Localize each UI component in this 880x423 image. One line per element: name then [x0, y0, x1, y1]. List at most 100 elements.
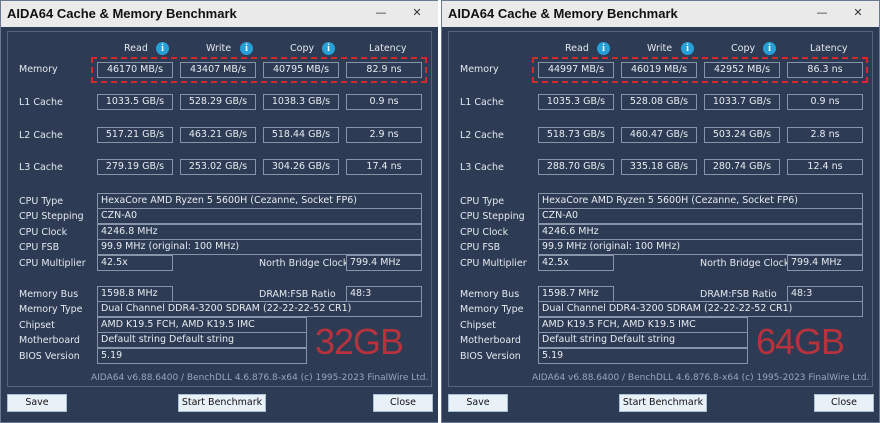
- chipset-value: AMD K19.5 FCH, AMD K19.5 IMC: [538, 317, 748, 333]
- cpu-multiplier-label: CPU Multiplier: [19, 258, 86, 269]
- cpu-stepping-label: CPU Stepping: [460, 211, 525, 222]
- bios-version-value: 5.19: [538, 348, 748, 364]
- motherboard-value: Default string Default string: [538, 332, 748, 348]
- copyright-footer: AIDA64 v6.88.6400 / BenchDLL 4.6.876.8-x…: [532, 373, 870, 383]
- dram-fsb-ratio-label: DRAM:FSB Ratio: [259, 289, 336, 300]
- save-button[interactable]: Save: [448, 394, 508, 412]
- l1-copy-value: 1033.7 GB/s: [704, 94, 780, 110]
- save-button[interactable]: Save: [7, 394, 67, 412]
- title-bar: AIDA64 Cache & Memory Benchmark — ✕: [442, 1, 879, 27]
- cpu-clock-label: CPU Clock: [460, 227, 509, 238]
- memory-copy-value: 42952 MB/s: [704, 62, 780, 78]
- write-info-icon[interactable]: i: [240, 42, 253, 55]
- motherboard-label: Motherboard: [460, 335, 521, 346]
- memory-bus-value: 1598.7 MHz: [538, 286, 614, 302]
- l3-write-value: 335.18 GB/s: [621, 159, 697, 175]
- l2-read-value: 518.73 GB/s: [538, 127, 614, 143]
- cpu-clock-value: 4246.8 MHz: [97, 224, 422, 240]
- l3-write-value: 253.02 GB/s: [180, 159, 256, 175]
- memory-type-label: Memory Type: [460, 304, 524, 315]
- capacity-overlay-label: 64GB: [756, 321, 845, 362]
- l2-write-value: 463.21 GB/s: [180, 127, 256, 143]
- close-icon[interactable]: ✕: [409, 5, 425, 21]
- cpu-type-label: CPU Type: [460, 196, 505, 207]
- close-button[interactable]: Close: [814, 394, 874, 412]
- cpu-multiplier-value: 42.5x: [538, 255, 614, 271]
- l2-write-value: 460.47 GB/s: [621, 127, 697, 143]
- read-info-icon[interactable]: i: [156, 42, 169, 55]
- title-bar: AIDA64 Cache & Memory Benchmark — ✕: [1, 1, 438, 27]
- bios-version-label: BIOS Version: [460, 351, 521, 362]
- copyright-footer: AIDA64 v6.88.6400 / BenchDLL 4.6.876.8-x…: [91, 373, 429, 383]
- memory-read-value: 44997 MB/s: [538, 62, 614, 78]
- right-benchmark-window: AIDA64 Cache & Memory Benchmark — ✕ Read…: [441, 0, 880, 423]
- cpu-multiplier-value: 42.5x: [97, 255, 173, 271]
- l3-read-value: 279.19 GB/s: [97, 159, 173, 175]
- motherboard-label: Motherboard: [19, 335, 80, 346]
- row-label-l1-cache: L1 Cache: [460, 97, 504, 108]
- dram-fsb-ratio-label: DRAM:FSB Ratio: [700, 289, 777, 300]
- capacity-overlay-label: 32GB: [315, 321, 404, 362]
- cpu-clock-label: CPU Clock: [19, 227, 68, 238]
- north-bridge-clock-label: North Bridge Clock: [259, 258, 349, 269]
- memory-read-value: 46170 MB/s: [97, 62, 173, 78]
- l2-copy-value: 503.24 GB/s: [704, 127, 780, 143]
- memory-type-value: Dual Channel DDR4-3200 SDRAM (22-22-22-5…: [97, 301, 422, 317]
- memory-latency-value: 82.9 ns: [346, 62, 422, 78]
- cpu-type-label: CPU Type: [19, 196, 64, 207]
- row-label-l2-cache: L2 Cache: [460, 130, 504, 141]
- north-bridge-clock-value: 799.4 MHz: [787, 255, 863, 271]
- window-title: AIDA64 Cache & Memory Benchmark: [7, 6, 237, 21]
- row-label-l3-cache: L3 Cache: [460, 162, 504, 173]
- cpu-clock-value: 4246.6 MHz: [538, 224, 863, 240]
- memory-copy-value: 40795 MB/s: [263, 62, 339, 78]
- latency-header: Latency: [810, 43, 848, 54]
- cpu-stepping-value: CZN-A0: [538, 208, 863, 224]
- read-header: Read: [565, 43, 589, 54]
- l2-latency-value: 2.8 ns: [787, 127, 863, 143]
- cpu-fsb-value: 99.9 MHz (original: 100 MHz): [97, 239, 422, 255]
- minimize-icon[interactable]: —: [373, 5, 389, 21]
- l2-latency-value: 2.9 ns: [346, 127, 422, 143]
- memory-write-value: 43407 MB/s: [180, 62, 256, 78]
- close-button[interactable]: Close: [373, 394, 433, 412]
- dram-fsb-ratio-value: 48:3: [346, 286, 422, 302]
- read-info-icon[interactable]: i: [597, 42, 610, 55]
- cpu-fsb-label: CPU FSB: [460, 242, 501, 253]
- start-benchmark-button[interactable]: Start Benchmark: [619, 394, 707, 412]
- l3-latency-value: 12.4 ns: [787, 159, 863, 175]
- start-benchmark-button[interactable]: Start Benchmark: [178, 394, 266, 412]
- memory-type-label: Memory Type: [19, 304, 83, 315]
- cpu-stepping-label: CPU Stepping: [19, 211, 84, 222]
- cpu-type-value: HexaCore AMD Ryzen 5 5600H (Cezanne, Soc…: [97, 193, 422, 209]
- close-icon[interactable]: ✕: [850, 5, 866, 21]
- bios-version-value: 5.19: [97, 348, 307, 364]
- cpu-fsb-value: 99.9 MHz (original: 100 MHz): [538, 239, 863, 255]
- memory-bus-label: Memory Bus: [19, 289, 79, 300]
- l3-copy-value: 280.74 GB/s: [704, 159, 780, 175]
- minimize-icon[interactable]: —: [814, 5, 830, 21]
- memory-type-value: Dual Channel DDR4-3200 SDRAM (22-22-22-5…: [538, 301, 863, 317]
- chipset-label: Chipset: [19, 320, 55, 331]
- l1-latency-value: 0.9 ns: [346, 94, 422, 110]
- copy-info-icon[interactable]: i: [763, 42, 776, 55]
- row-label-l3-cache: L3 Cache: [19, 162, 63, 173]
- cpu-type-value: HexaCore AMD Ryzen 5 5600H (Cezanne, Soc…: [538, 193, 863, 209]
- l1-read-value: 1035.3 GB/s: [538, 94, 614, 110]
- row-label-memory: Memory: [460, 64, 499, 75]
- chipset-label: Chipset: [460, 320, 496, 331]
- write-info-icon[interactable]: i: [681, 42, 694, 55]
- copy-info-icon[interactable]: i: [322, 42, 335, 55]
- cpu-fsb-label: CPU FSB: [19, 242, 60, 253]
- memory-latency-value: 86.3 ns: [787, 62, 863, 78]
- write-header: Write: [206, 43, 232, 54]
- latency-header: Latency: [369, 43, 407, 54]
- read-header: Read: [124, 43, 148, 54]
- north-bridge-clock-label: North Bridge Clock: [700, 258, 790, 269]
- motherboard-value: Default string Default string: [97, 332, 307, 348]
- copy-header: Copy: [731, 43, 756, 54]
- cpu-stepping-value: CZN-A0: [97, 208, 422, 224]
- l1-read-value: 1033.5 GB/s: [97, 94, 173, 110]
- row-label-l2-cache: L2 Cache: [19, 130, 63, 141]
- l1-latency-value: 0.9 ns: [787, 94, 863, 110]
